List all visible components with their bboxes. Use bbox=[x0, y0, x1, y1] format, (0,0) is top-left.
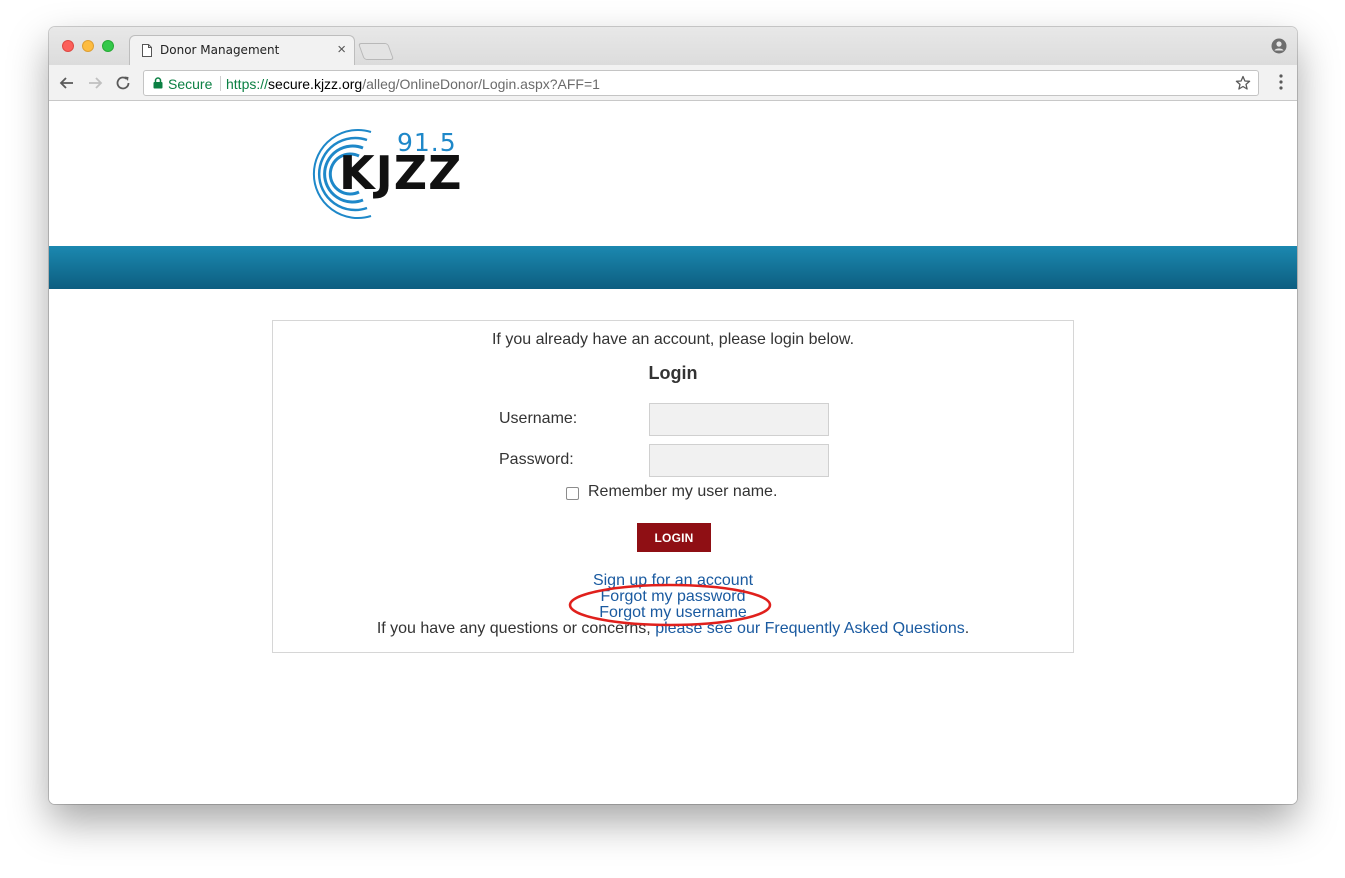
browser-menu-icon[interactable] bbox=[1279, 74, 1283, 90]
reload-button[interactable] bbox=[113, 73, 133, 93]
browser-tab[interactable]: Donor Management × bbox=[129, 35, 355, 65]
reload-icon bbox=[116, 76, 130, 90]
lock-icon bbox=[153, 77, 163, 89]
secure-label: Secure bbox=[168, 76, 213, 92]
url-host: secure.kjzz.org bbox=[268, 76, 363, 92]
password-label: Password: bbox=[499, 451, 574, 468]
browser-toolbar: Secure https://secure.kjzz.org/alleg/Onl… bbox=[49, 65, 1297, 101]
logo-call-sign: KJZZ bbox=[339, 146, 463, 200]
new-tab-button[interactable] bbox=[357, 43, 395, 60]
tab-title: Donor Management bbox=[160, 43, 280, 57]
kjzz-logo[interactable]: 91.5 KJZZ bbox=[301, 124, 461, 224]
tab-close-icon[interactable]: × bbox=[337, 41, 346, 59]
page-icon bbox=[142, 44, 152, 57]
login-heading: Login bbox=[648, 363, 698, 383]
address-separator bbox=[220, 76, 221, 91]
header-banner bbox=[49, 246, 1297, 289]
username-input[interactable] bbox=[649, 403, 829, 436]
url-path: /alleg/OnlineDonor/Login.aspx?AFF=1 bbox=[362, 76, 600, 92]
minimize-window-button[interactable] bbox=[82, 40, 94, 52]
url-scheme: https:// bbox=[226, 76, 269, 92]
address-bar[interactable]: Secure https://secure.kjzz.org/alleg/Onl… bbox=[143, 70, 1259, 96]
url-text[interactable]: https://secure.kjzz.org/alleg/OnlineDono… bbox=[226, 76, 600, 92]
login-button[interactable]: LOGIN bbox=[637, 523, 711, 552]
signup-highlight-annotation bbox=[568, 583, 772, 627]
username-label: Username: bbox=[499, 410, 578, 427]
remember-checkbox[interactable] bbox=[566, 487, 579, 500]
title-bar: Donor Management × bbox=[49, 27, 1297, 65]
questions-suffix: . bbox=[964, 620, 970, 637]
forward-button[interactable] bbox=[85, 73, 105, 93]
close-window-button[interactable] bbox=[62, 40, 74, 52]
profile-icon[interactable] bbox=[1271, 38, 1287, 54]
bookmark-star-icon[interactable] bbox=[1235, 75, 1251, 91]
maximize-window-button[interactable] bbox=[102, 40, 114, 52]
login-intro-text: If you already have an account, please l… bbox=[491, 331, 855, 348]
remember-label[interactable]: Remember my user name. bbox=[588, 483, 777, 501]
back-button[interactable] bbox=[57, 73, 77, 93]
page-content: 91.5 KJZZ If you already have an account… bbox=[49, 101, 1297, 804]
password-input[interactable] bbox=[649, 444, 829, 477]
arrow-right-icon bbox=[89, 77, 103, 89]
browser-window: Donor Management × Secure https://secure… bbox=[49, 27, 1297, 804]
arrow-left-icon bbox=[59, 77, 73, 89]
